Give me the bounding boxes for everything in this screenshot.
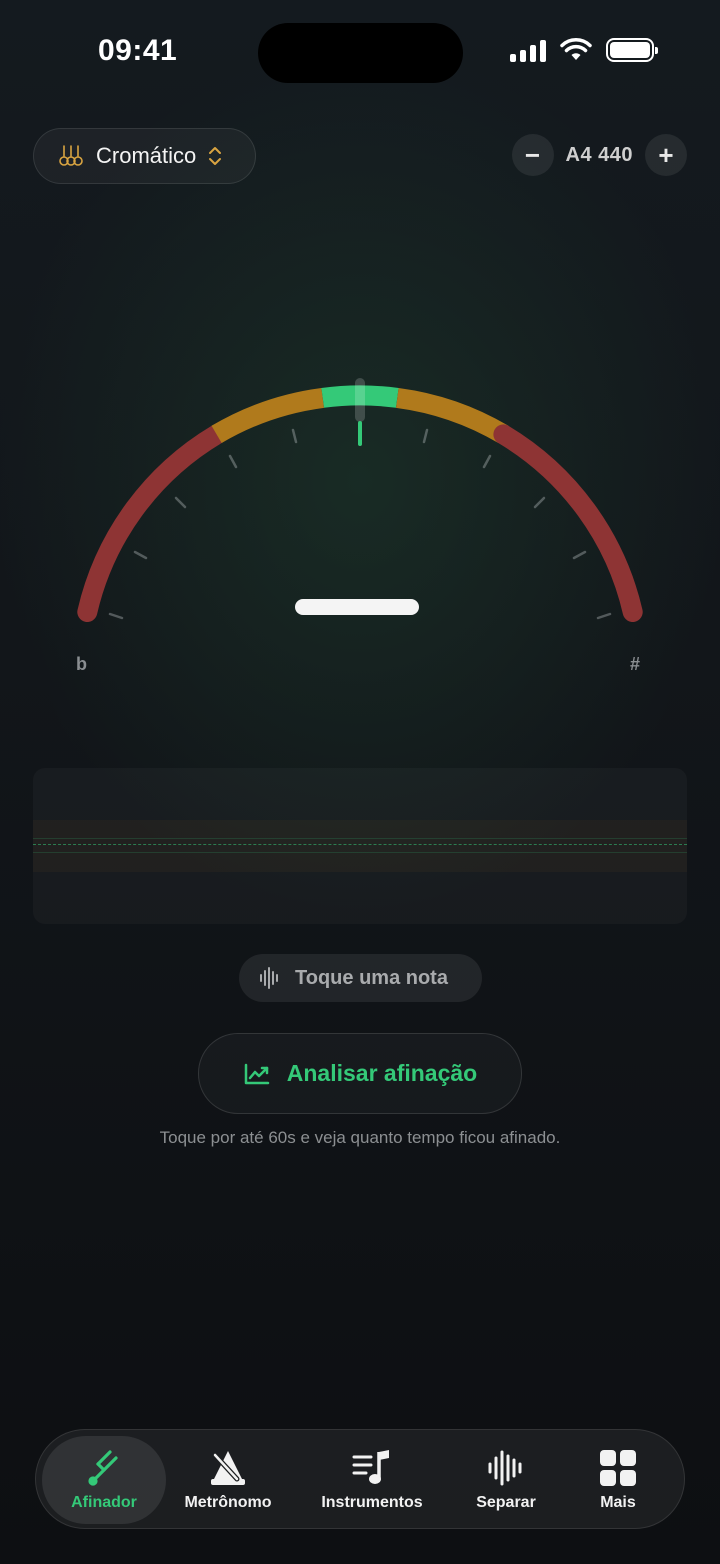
increase-reference-button[interactable]: + xyxy=(645,134,687,176)
cellular-signal-icon xyxy=(510,38,546,62)
analyze-tuning-label: Analisar afinação xyxy=(286,1060,478,1086)
tolerance-upper-line xyxy=(33,838,687,839)
pitch-history-strip xyxy=(33,768,687,924)
decrease-reference-button[interactable]: − xyxy=(511,134,554,176)
grid-icon xyxy=(600,1450,636,1486)
gauge-arc-flat-far xyxy=(77,424,227,622)
gauge-arc-flat-near xyxy=(211,387,325,444)
gauge-needle-track xyxy=(355,378,365,422)
tab-metronomo-label: Metrônomo xyxy=(184,1494,272,1511)
battery-icon xyxy=(606,38,658,62)
analyze-hint-text: Toque por até 60s e veja quanto tempo fi… xyxy=(159,1128,561,1147)
chevron-up-down-icon xyxy=(209,147,222,165)
tolerance-lower-line xyxy=(33,852,687,853)
wifi-icon xyxy=(560,38,592,60)
in-tune-center-line xyxy=(33,844,687,845)
trend-chart-icon xyxy=(244,1063,270,1084)
detected-note-placeholder xyxy=(295,599,419,615)
reference-pitch-control: − A4 440 + xyxy=(511,134,687,176)
flat-symbol: b xyxy=(76,654,87,674)
guitars-icon xyxy=(59,145,83,166)
listening-status-chip: Toque uma nota xyxy=(239,954,482,1002)
gauge-arc-sharp-far xyxy=(493,424,643,622)
tab-afinador[interactable]: Afinador xyxy=(42,1436,166,1524)
waveform-icon xyxy=(488,1450,522,1486)
bottom-tab-bar: Afinador Metrônomo Instrumentos Separar … xyxy=(35,1429,685,1529)
tuning-fork-icon xyxy=(88,1450,118,1486)
listening-status-text: Toque uma nota xyxy=(295,966,448,989)
gauge-arc-sharp-near xyxy=(395,387,509,444)
status-icons xyxy=(510,38,658,62)
waveform-icon xyxy=(260,967,278,989)
tab-metronomo[interactable]: Metrônomo xyxy=(174,1430,282,1530)
tuning-gauge xyxy=(77,378,643,622)
tab-mais-label: Mais xyxy=(600,1494,636,1511)
tab-separar-label: Separar xyxy=(476,1494,536,1511)
tab-separar[interactable]: Separar xyxy=(456,1430,556,1530)
tolerance-band xyxy=(33,820,687,872)
mode-selector[interactable]: Cromático xyxy=(33,128,256,184)
tab-instrumentos[interactable]: Instrumentos xyxy=(308,1430,436,1530)
analyze-tuning-button[interactable]: Analisar afinação xyxy=(198,1033,522,1114)
reference-pitch-label: A4 440 xyxy=(565,143,633,166)
dynamic-island xyxy=(258,23,463,83)
tab-instrumentos-label: Instrumentos xyxy=(321,1494,423,1511)
sharp-symbol: # xyxy=(630,654,641,674)
metronome-icon xyxy=(211,1451,245,1485)
tab-afinador-label: Afinador xyxy=(71,1494,137,1511)
music-list-icon xyxy=(352,1450,389,1484)
mode-label: Cromático xyxy=(96,143,197,168)
status-time: 09:41 xyxy=(98,34,178,67)
tab-mais[interactable]: Mais xyxy=(576,1430,660,1530)
